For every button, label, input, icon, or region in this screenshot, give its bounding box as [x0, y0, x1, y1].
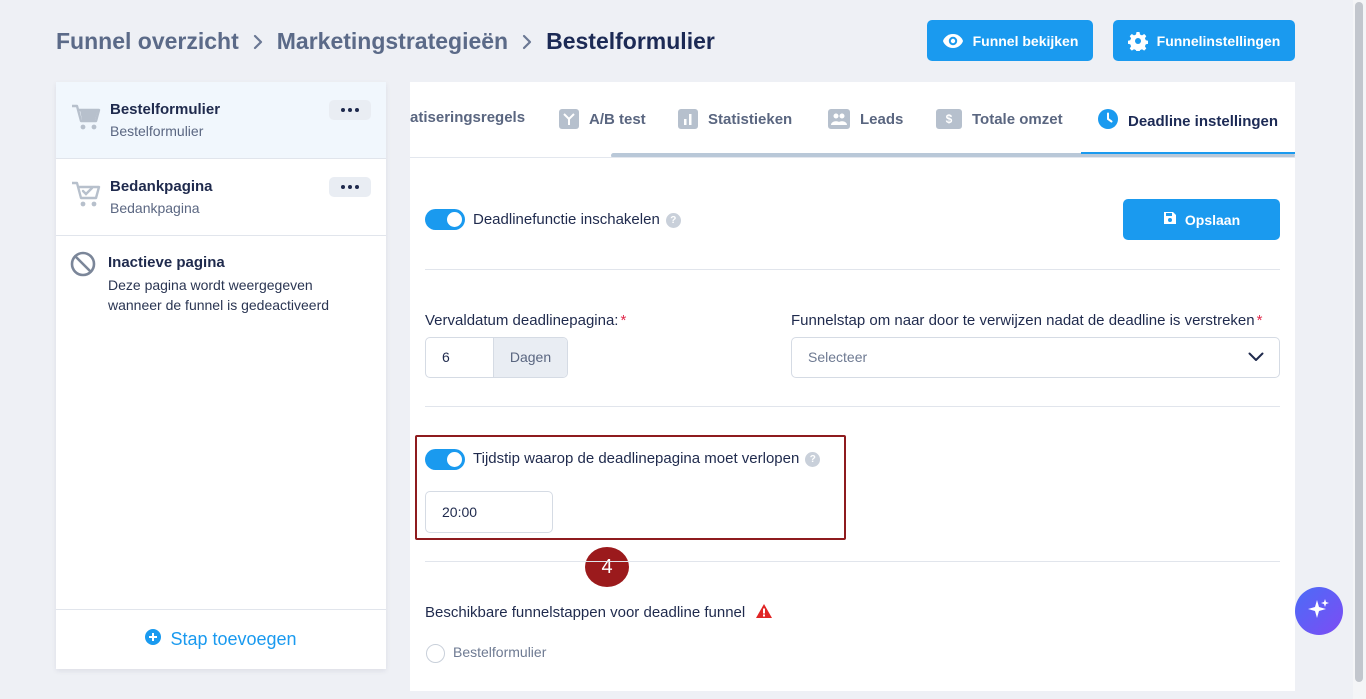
deadline-enable-toggle[interactable]: [425, 209, 465, 230]
divider: [425, 269, 1280, 270]
expiry-unit-label: Dagen: [493, 338, 567, 377]
breadcrumb-funnel-overview[interactable]: Funnel overzicht: [56, 28, 239, 55]
users-icon: [828, 109, 850, 129]
view-funnel-button[interactable]: Funnel bekijken: [927, 20, 1093, 61]
divider: [425, 561, 1280, 562]
tab-statistics[interactable]: Statistieken: [678, 109, 792, 129]
inactive-page-description: Deze pagina wordt weergegeven wanneer de…: [108, 277, 330, 313]
bar-chart-icon: [678, 109, 698, 129]
deadline-settings-panel: atiseringsregels A/B test Statistieken L…: [410, 82, 1295, 691]
expiry-days-input[interactable]: 6: [426, 338, 493, 377]
shopping-cart-icon: [70, 102, 102, 137]
inactive-page-title[interactable]: Inactieve pagina: [108, 254, 225, 271]
more-options-icon[interactable]: [329, 100, 371, 120]
divider: [425, 406, 1280, 407]
tab-deadline-settings[interactable]: Deadline instellingen: [1098, 109, 1278, 133]
available-steps-label: Beschikbare funnelstappen voor deadline …: [425, 603, 773, 621]
gear-icon: [1127, 31, 1148, 51]
help-icon[interactable]: ?: [805, 451, 821, 467]
scrollbar-thumb[interactable]: [1355, 2, 1363, 682]
step-radio-label: Bestelformulier: [453, 644, 547, 660]
funnel-settings-button[interactable]: Funnelinstellingen: [1113, 20, 1295, 61]
tab-bar: atiseringsregels A/B test Statistieken L…: [410, 82, 1295, 158]
dollar-icon: $: [936, 109, 962, 129]
save-button[interactable]: Opslaan: [1123, 199, 1280, 240]
deadline-enable-label: Deadlinefunctie inschakelen?: [473, 211, 681, 228]
annotation-step-badge: 4: [585, 547, 629, 587]
floppy-disk-icon: [1163, 211, 1177, 228]
page-scrollbar[interactable]: [1353, 0, 1366, 699]
tab-automation-rules[interactable]: atiseringsregels: [410, 109, 525, 126]
sparkle-icon: [1307, 597, 1331, 626]
tab-total-revenue[interactable]: $ Totale omzet: [936, 109, 1063, 129]
chevron-down-icon: [1248, 352, 1264, 361]
help-icon[interactable]: ?: [665, 212, 681, 228]
funnel-steps-sidebar: Bestelformulier Bestelformulier Bedankpa…: [56, 82, 386, 669]
redirect-step-select[interactable]: Selecteer: [791, 337, 1280, 378]
tab-leads[interactable]: Leads: [828, 109, 903, 129]
warning-icon: [756, 604, 773, 618]
clock-icon: [1098, 109, 1118, 133]
breadcrumb-current: Bestelformulier: [546, 28, 715, 54]
step-radio[interactable]: [426, 644, 445, 663]
expiry-time-label: Tijdstip waarop de deadlinepagina moet v…: [473, 450, 821, 467]
tab-ab-test[interactable]: A/B test: [559, 109, 646, 129]
redirect-step-label: Funnelstap om naar door te verwijzen nad…: [791, 312, 1263, 329]
chevron-right-icon: [521, 33, 533, 51]
expiry-days-field[interactable]: 6 Dagen: [425, 337, 568, 378]
sidebar-item-bedankpagina[interactable]: Bedankpagina Bedankpagina: [56, 159, 386, 236]
breadcrumb: Funnel overzicht Marketingstrategieën Be…: [56, 28, 715, 55]
plus-circle-icon: [145, 629, 162, 650]
split-icon: [559, 109, 579, 129]
expiry-time-toggle[interactable]: [425, 449, 465, 470]
add-step-button[interactable]: Stap toevoegen: [56, 609, 386, 669]
eye-icon: [942, 33, 964, 49]
expiry-label: Vervaldatum deadlinepagina: *: [425, 312, 627, 329]
expiry-time-input[interactable]: 20:00: [425, 491, 553, 533]
ai-assistant-button[interactable]: [1295, 587, 1343, 635]
sidebar-item-bestelformulier[interactable]: Bestelformulier Bestelformulier: [56, 82, 386, 159]
active-tab-indicator: [1081, 152, 1295, 154]
breadcrumb-marketing[interactable]: Marketingstrategieën: [277, 28, 508, 55]
more-options-icon[interactable]: [329, 177, 371, 197]
cart-check-icon: [70, 179, 102, 214]
chevron-right-icon: [252, 33, 264, 51]
ban-icon: [70, 251, 96, 282]
